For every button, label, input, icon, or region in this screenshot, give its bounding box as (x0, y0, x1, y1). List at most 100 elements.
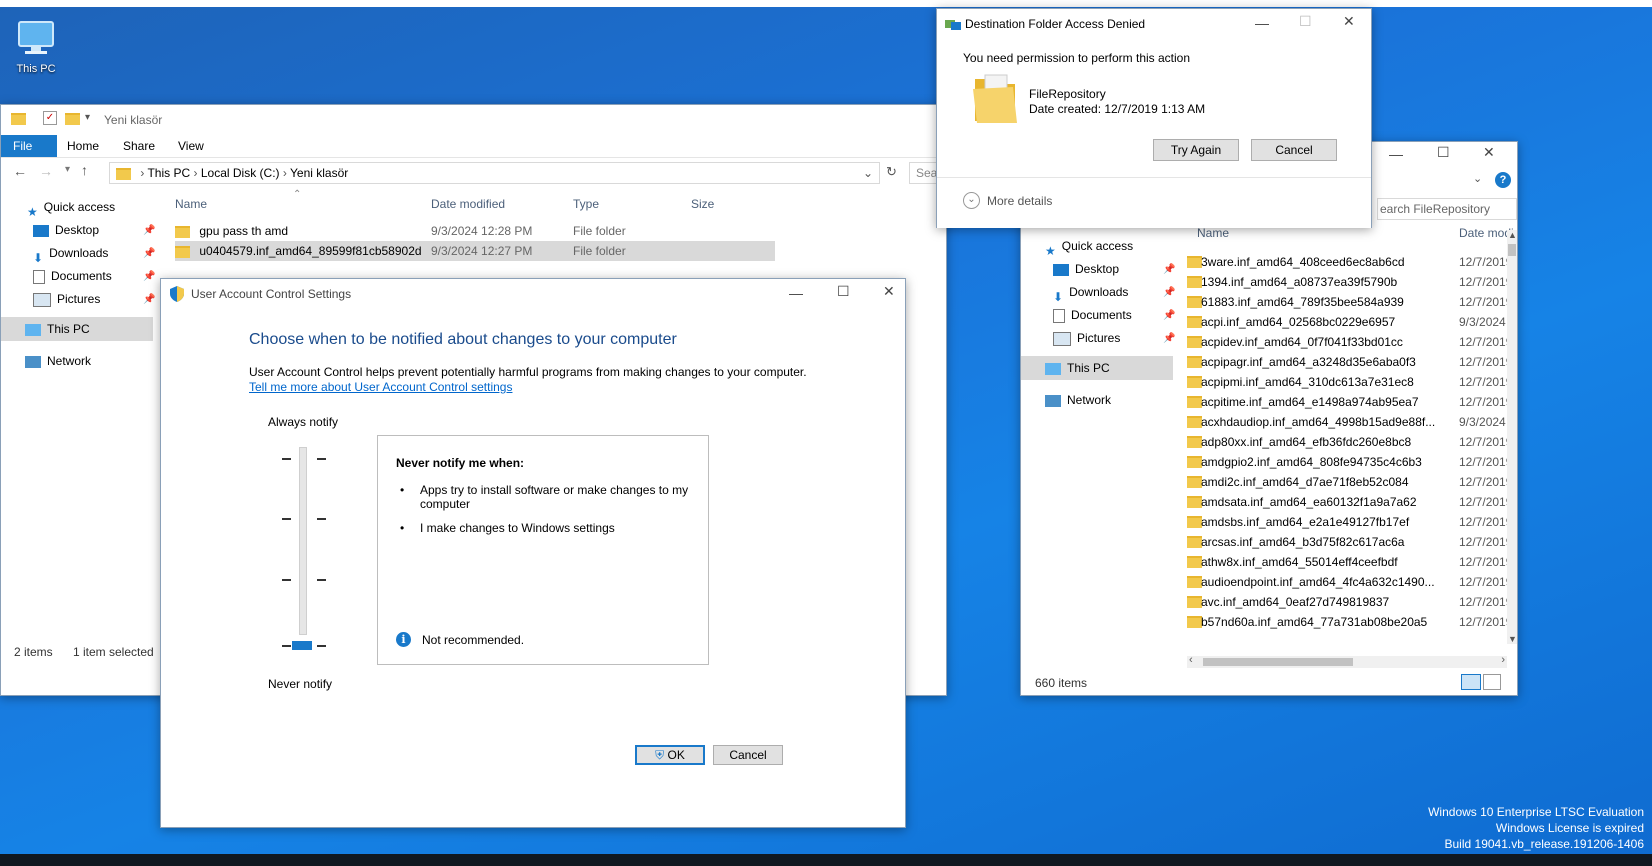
learn-more-link[interactable]: Tell me more about User Account Control … (249, 380, 512, 394)
file-row[interactable]: acpipmi.inf_amd64_310dc613a7e31ec8 12/7/2… (1187, 372, 1517, 392)
file-row[interactable]: 61883.inf_amd64_789f35bee584a939 12/7/201… (1187, 292, 1517, 312)
nav-documents[interactable]: Documents (1053, 305, 1132, 325)
details-view-icon[interactable] (1461, 674, 1481, 690)
scroll-up-icon[interactable]: ▲ (1508, 230, 1517, 240)
file-row[interactable]: acpitime.inf_amd64_e1498a974ab95ea7 12/7/… (1187, 392, 1517, 412)
address-bar[interactable]: › This PC › Local Disk (C:) › Yeni klasö… (109, 162, 880, 184)
close-icon[interactable]: ✕ (883, 283, 895, 300)
nav-this-pc[interactable]: This PC (1, 317, 153, 341)
notification-slider-thumb[interactable] (292, 641, 312, 650)
file-row[interactable]: b57nd60a.inf_amd64_77a731ab08be20a5 12/7/… (1187, 612, 1517, 632)
file-row[interactable]: adp80xx.inf_amd64_efb36fdc260e8bc8 12/7/2… (1187, 432, 1517, 452)
file-row[interactable]: athw8x.inf_amd64_55014eff4ceefbdf 12/7/20… (1187, 552, 1517, 572)
nav-network[interactable]: Network (1045, 390, 1111, 410)
close-icon[interactable]: ✕ (1343, 13, 1355, 30)
chevron-down-icon[interactable]: ⌄ (1473, 172, 1482, 185)
file-row[interactable]: 1394.inf_amd64_a08737ea39f5790b 12/7/2019 (1187, 272, 1517, 292)
pin-icon[interactable]: 📌 (1163, 310, 1175, 321)
notification-slider-track[interactable] (299, 447, 307, 635)
try-again-button[interactable]: Try Again (1153, 139, 1239, 161)
tab-view[interactable]: View (166, 135, 216, 157)
minimize-icon[interactable]: — (789, 285, 803, 301)
pin-icon[interactable]: 📌 (143, 225, 155, 236)
nav-network[interactable]: Network (25, 351, 91, 371)
file-row[interactable]: 3ware.inf_amd64_408ceed6ec8ab6cd 12/7/201… (1187, 252, 1517, 272)
help-icon[interactable]: ? (1495, 172, 1511, 188)
column-type[interactable]: Type (573, 197, 599, 211)
minimize-icon[interactable]: — (1389, 146, 1403, 162)
column-date-modified[interactable]: Date modi (1459, 226, 1514, 240)
tab-file[interactable]: File (1, 135, 57, 157)
up-arrow-icon[interactable]: ↑ (81, 162, 88, 178)
file-row[interactable]: acpidev.inf_amd64_0f7f041f33bd01cc 12/7/2… (1187, 332, 1517, 352)
file-row[interactable]: audioendpoint.inf_amd64_4fc4a632c1490...… (1187, 572, 1517, 592)
column-date-modified[interactable]: Date modified (431, 197, 505, 211)
file-row[interactable]: amdsata.inf_amd64_ea60132f1a9a7a62 12/7/2… (1187, 492, 1517, 512)
nav-pictures[interactable]: Pictures (1053, 328, 1120, 348)
back-arrow-icon[interactable]: ← (13, 163, 27, 179)
cancel-button[interactable]: Cancel (713, 745, 783, 765)
scroll-right-icon[interactable]: › (1501, 654, 1505, 666)
refresh-icon[interactable]: ↻ (886, 164, 897, 180)
file-name: amdsata.inf_amd64_ea60132f1a9a7a62 (1201, 495, 1417, 509)
nav-desktop[interactable]: Desktop (1053, 259, 1119, 279)
pin-icon[interactable]: 📌 (143, 271, 155, 282)
desktop-icon-this-pc[interactable]: This PC (10, 18, 62, 75)
chevron-down-icon[interactable]: ⌄ (963, 192, 980, 209)
minimize-icon[interactable]: — (1255, 15, 1269, 31)
recent-locations-icon[interactable]: ▾ (65, 164, 70, 175)
file-row-selected[interactable]: u0404579.inf_amd64_89599f81cb58902d 9/3/… (175, 241, 775, 261)
pin-icon[interactable]: 📌 (1163, 333, 1175, 344)
pin-icon[interactable]: 📌 (143, 248, 155, 259)
scroll-left-icon[interactable]: ‹ (1189, 654, 1193, 666)
pin-icon[interactable]: 📌 (1163, 264, 1175, 275)
file-row[interactable]: amdi2c.inf_amd64_d7ae71f8eb52c084 12/7/20… (1187, 472, 1517, 492)
maximize-icon[interactable]: ☐ (1437, 144, 1450, 161)
tab-share[interactable]: Share (111, 135, 167, 157)
properties-icon[interactable]: ✓ (43, 111, 57, 125)
nav-documents[interactable]: Documents (33, 266, 112, 286)
file-row[interactable]: arcsas.inf_amd64_b3d75f82c617ac6a 12/7/20… (1187, 532, 1517, 552)
slider-tick (317, 458, 326, 460)
file-row[interactable]: avc.inf_amd64_0eaf27d749819837 12/7/2019 (1187, 592, 1517, 612)
search-input[interactable]: earch FileRepository (1377, 198, 1517, 220)
file-row[interactable]: gpu pass th amd 9/3/2024 12:28 PM File f… (175, 221, 775, 241)
scroll-thumb[interactable] (1203, 658, 1353, 666)
pin-icon[interactable]: 📌 (143, 294, 155, 305)
file-row[interactable]: amdgpio2.inf_amd64_808fe94735c4c6b3 12/7/… (1187, 452, 1517, 472)
maximize-icon[interactable]: ☐ (837, 283, 850, 300)
file-row[interactable]: acxhdaudiop.inf_amd64_4998b15ad9e88f... 9… (1187, 412, 1517, 432)
new-folder-icon[interactable] (65, 113, 80, 125)
nav-downloads[interactable]: ⬇ Downloads (1053, 282, 1128, 304)
ok-button[interactable]: ⛨ OK (635, 745, 705, 765)
scroll-down-icon[interactable]: ▼ (1508, 634, 1517, 644)
breadcrumb-yeni-klasor[interactable]: Yeni klasör (290, 166, 348, 180)
breadcrumb-local-disk[interactable]: Local Disk (C:) (201, 166, 280, 180)
nav-quick-access[interactable]: ★ Quick access (27, 197, 115, 219)
forward-arrow-icon[interactable]: → (39, 163, 53, 179)
file-row[interactable]: amdsbs.inf_amd64_e2a1e49127fb17ef 12/7/20… (1187, 512, 1517, 532)
nav-desktop[interactable]: Desktop (33, 220, 99, 240)
breadcrumb-this-pc[interactable]: This PC (147, 166, 190, 180)
file-date: 12/7/2019 (1459, 475, 1513, 489)
vertical-scrollbar[interactable]: ▲ ▼ (1507, 230, 1517, 644)
scroll-thumb[interactable] (1508, 244, 1516, 256)
column-name[interactable]: Name (1197, 226, 1229, 240)
chevron-down-icon[interactable]: ▾ (85, 112, 90, 123)
file-row[interactable]: acpi.inf_amd64_02568bc0229e6957 9/3/2024 … (1187, 312, 1517, 332)
address-dropdown-icon[interactable]: ⌄ (863, 163, 873, 183)
tab-home[interactable]: Home (55, 135, 111, 157)
pin-icon[interactable]: 📌 (1163, 287, 1175, 298)
nav-this-pc[interactable]: This PC (1021, 356, 1173, 380)
file-row[interactable]: acpipagr.inf_amd64_a3248d35e6aba0f3 12/7/… (1187, 352, 1517, 372)
horizontal-scrollbar[interactable]: ‹ › (1187, 654, 1507, 668)
nav-quick-access[interactable]: ★ Quick access (1045, 236, 1133, 258)
column-name[interactable]: Name (175, 197, 207, 211)
large-icons-view-icon[interactable] (1483, 674, 1501, 690)
column-size[interactable]: Size (691, 197, 714, 211)
more-details-toggle[interactable]: More details (987, 194, 1052, 208)
nav-pictures[interactable]: Pictures (33, 289, 100, 309)
nav-downloads[interactable]: ⬇ Downloads (33, 243, 108, 265)
close-icon[interactable]: ✕ (1483, 144, 1495, 161)
cancel-button[interactable]: Cancel (1251, 139, 1337, 161)
